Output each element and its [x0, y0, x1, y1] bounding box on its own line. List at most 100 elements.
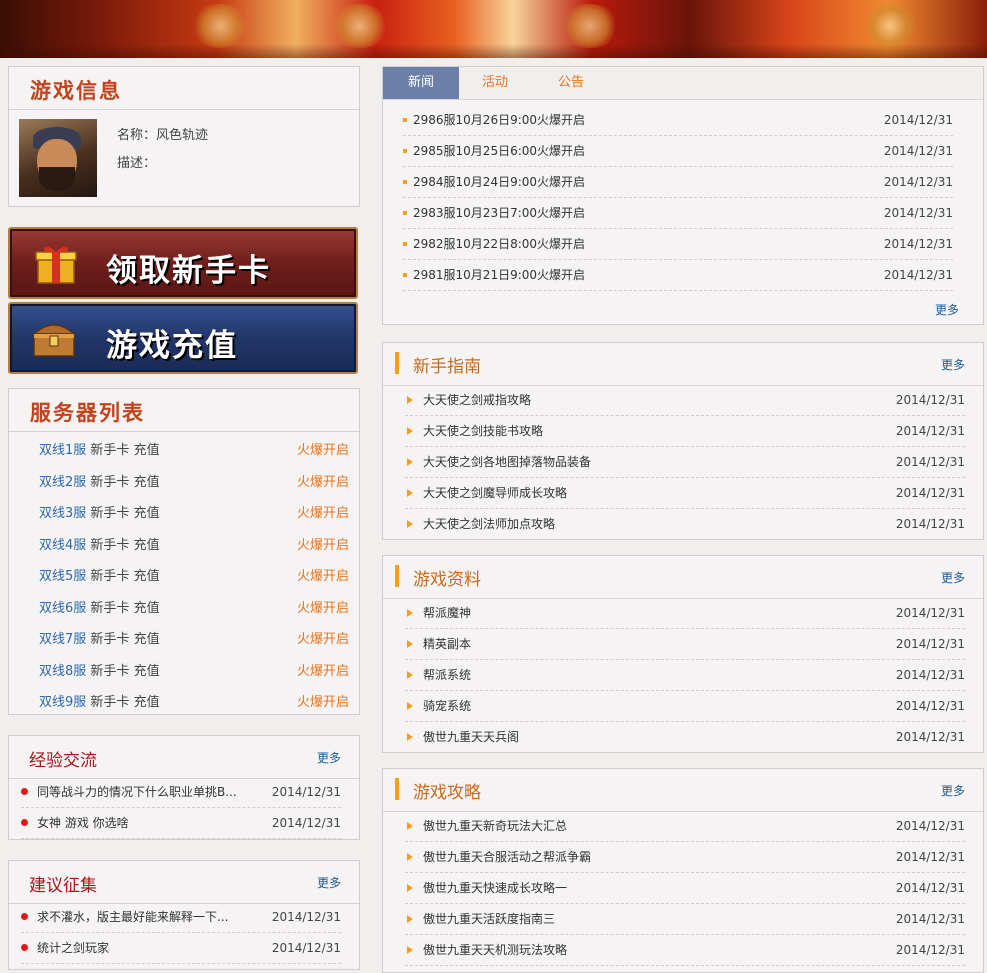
server-status: 火爆开启	[296, 600, 349, 616]
server-name-link[interactable]: 双线2服	[39, 475, 86, 490]
recharge-link[interactable]: 充值	[134, 664, 160, 679]
server-name-link[interactable]: 双线8服	[39, 664, 86, 679]
server-row: 双线3服 新手卡 充值 火爆开启	[39, 502, 349, 522]
arrow-right-icon	[407, 609, 413, 617]
recharge-link[interactable]: 充值	[134, 443, 160, 458]
list-item-title[interactable]: 统计之剑玩家	[37, 933, 109, 963]
list-item-title[interactable]: 精英副本	[423, 629, 471, 659]
guide-title: 新手指南	[413, 357, 481, 377]
newbie-card-link[interactable]: 新手卡	[90, 632, 129, 647]
list-item-title[interactable]: 大天使之剑各地图掉落物品装备	[423, 447, 591, 477]
server-name-link[interactable]: 双线7服	[39, 632, 86, 647]
list-item-title[interactable]: 傲世九重天活跃度指南三	[423, 904, 555, 934]
banner-ornament	[190, 4, 250, 48]
newbie-card-link[interactable]: 新手卡	[90, 443, 129, 458]
newbie-card-link[interactable]: 新手卡	[90, 569, 129, 584]
server-name-link[interactable]: 双线1服	[39, 443, 86, 458]
list-item-title[interactable]: 同等战斗力的情况下什么职业单挑B...	[37, 777, 237, 807]
list-item-date: 2014/12/31	[883, 206, 953, 220]
list-item-title[interactable]: 2983服10月23日7:00火爆开启	[413, 198, 585, 228]
panel-header: 游戏资料 更多	[383, 556, 983, 599]
bullet-icon	[403, 180, 407, 184]
newbie-card-link[interactable]: 新手卡	[90, 601, 129, 616]
experience-title: 经验交流	[29, 751, 97, 771]
strategy-title: 游戏攻略	[413, 783, 481, 803]
list-item-title[interactable]: 傲世九重天天机测玩法攻略	[423, 935, 567, 965]
list-item-title[interactable]: 2985服10月25日6:00火爆开启	[413, 136, 585, 166]
list-item-date: 2014/12/31	[895, 455, 965, 469]
list-item-title[interactable]: 傲世九重天合服活动之帮派争霸	[423, 842, 591, 872]
game-name: 名称：风色轨迹	[117, 128, 209, 143]
game-data-more-link[interactable]: 更多	[941, 569, 965, 586]
tab-announcements[interactable]: 公告	[531, 67, 611, 99]
list-item-title[interactable]: 帮派魔神	[423, 598, 471, 628]
list-item: 2982服10月22日8:00火爆开启 2014/12/31	[403, 229, 953, 260]
list-item-title[interactable]: 骑宠系统	[423, 691, 471, 721]
arrow-right-icon	[407, 427, 413, 435]
bullet-icon	[403, 149, 407, 153]
arrow-right-icon	[407, 884, 413, 892]
list-item-title[interactable]: 女神 游戏 你选啥	[37, 808, 129, 838]
strategy-panel: 游戏攻略 更多 傲世九重天新奇玩法大汇总 2014/12/31 傲世九重天合服活动之…	[382, 768, 984, 973]
list-item-title[interactable]: 2981服10月21日9:00火爆开启	[413, 260, 585, 290]
server-name-link[interactable]: 双线3服	[39, 506, 86, 521]
list-item-date: 2014/12/31	[895, 486, 965, 500]
recharge-button[interactable]: 游戏充值	[8, 302, 358, 374]
experience-more-link[interactable]: 更多	[317, 749, 341, 766]
server-name-link[interactable]: 双线9服	[39, 695, 86, 710]
list-item-date: 2014/12/31	[895, 699, 965, 713]
tab-news[interactable]: 新闻	[383, 67, 459, 99]
list-item-date: 2014/12/31	[895, 424, 965, 438]
list-item-title[interactable]: 大天使之剑戒指攻略	[423, 385, 531, 415]
recharge-link[interactable]: 充值	[134, 538, 160, 553]
newbie-card-link[interactable]: 新手卡	[90, 695, 129, 710]
server-name-link[interactable]: 双线6服	[39, 601, 86, 616]
list-item-date: 2014/12/31	[895, 668, 965, 682]
list-item-date: 2014/12/31	[271, 910, 341, 924]
server-list-title: 服务器列表	[30, 400, 145, 425]
list-item-title[interactable]: 大天使之剑魔导师成长攻略	[423, 478, 567, 508]
newbie-card-link[interactable]: 新手卡	[90, 475, 129, 490]
recharge-link[interactable]: 充值	[134, 506, 160, 521]
list-item-title[interactable]: 傲世九重天快速成长攻略一	[423, 873, 567, 903]
panel-header: 新手指南 更多	[383, 343, 983, 386]
recharge-link[interactable]: 充值	[134, 569, 160, 584]
server-status: 火爆开启	[296, 537, 349, 553]
news-more-link[interactable]: 更多	[935, 301, 959, 318]
list-item: 大天使之剑魔导师成长攻略 2014/12/31	[405, 478, 965, 509]
list-item-title[interactable]: 帮派系统	[423, 660, 471, 690]
recharge-link[interactable]: 充值	[134, 601, 160, 616]
newbie-card-link[interactable]: 新手卡	[90, 664, 129, 679]
newbie-card-button[interactable]: 领取新手卡	[8, 227, 358, 299]
strategy-more-link[interactable]: 更多	[941, 782, 965, 799]
list-item-date: 2014/12/31	[271, 816, 341, 830]
list-item-title[interactable]: 傲世九重天天兵阁	[423, 722, 519, 752]
game-data-panel: 游戏资料 更多 帮派魔神 2014/12/31 精英副本 2014/12/31 帮派系统…	[382, 555, 984, 753]
list-item-date: 2014/12/31	[883, 113, 953, 127]
suggestions-more-link[interactable]: 更多	[317, 874, 341, 891]
list-item-title[interactable]: 求不灌水，版主最好能来解释一下...	[37, 902, 228, 932]
list-item: 女神 游戏 你选啥 2014/12/31	[21, 808, 341, 839]
arrow-right-icon	[407, 822, 413, 830]
tab-activities[interactable]: 活动	[459, 67, 531, 99]
list-item-title[interactable]: 傲世九重天新奇玩法大汇总	[423, 811, 567, 841]
arrow-right-icon	[407, 733, 413, 741]
newbie-card-link[interactable]: 新手卡	[90, 506, 129, 521]
list-item-title[interactable]: 2986服10月26日9:00火爆开启	[413, 105, 585, 135]
list-item: 大天使之剑法师加点攻略 2014/12/31	[405, 509, 965, 540]
recharge-link[interactable]: 充值	[134, 695, 160, 710]
list-item-title[interactable]: 大天使之剑技能书攻略	[423, 416, 543, 446]
server-row: 双线7服 新手卡 充值 火爆开启	[39, 628, 349, 648]
recharge-link[interactable]: 充值	[134, 632, 160, 647]
arrow-right-icon	[407, 915, 413, 923]
top-banner	[0, 0, 987, 58]
server-status: 火爆开启	[296, 506, 349, 521]
server-name-link[interactable]: 双线5服	[39, 569, 86, 584]
recharge-link[interactable]: 充值	[134, 475, 160, 490]
list-item-title[interactable]: 2982服10月22日8:00火爆开启	[413, 229, 585, 259]
newbie-card-link[interactable]: 新手卡	[90, 538, 129, 553]
guide-more-link[interactable]: 更多	[941, 356, 965, 373]
server-name-link[interactable]: 双线4服	[39, 538, 86, 553]
list-item-title[interactable]: 2984服10月24日9:00火爆开启	[413, 167, 585, 197]
list-item-title[interactable]: 大天使之剑法师加点攻略	[423, 509, 555, 539]
